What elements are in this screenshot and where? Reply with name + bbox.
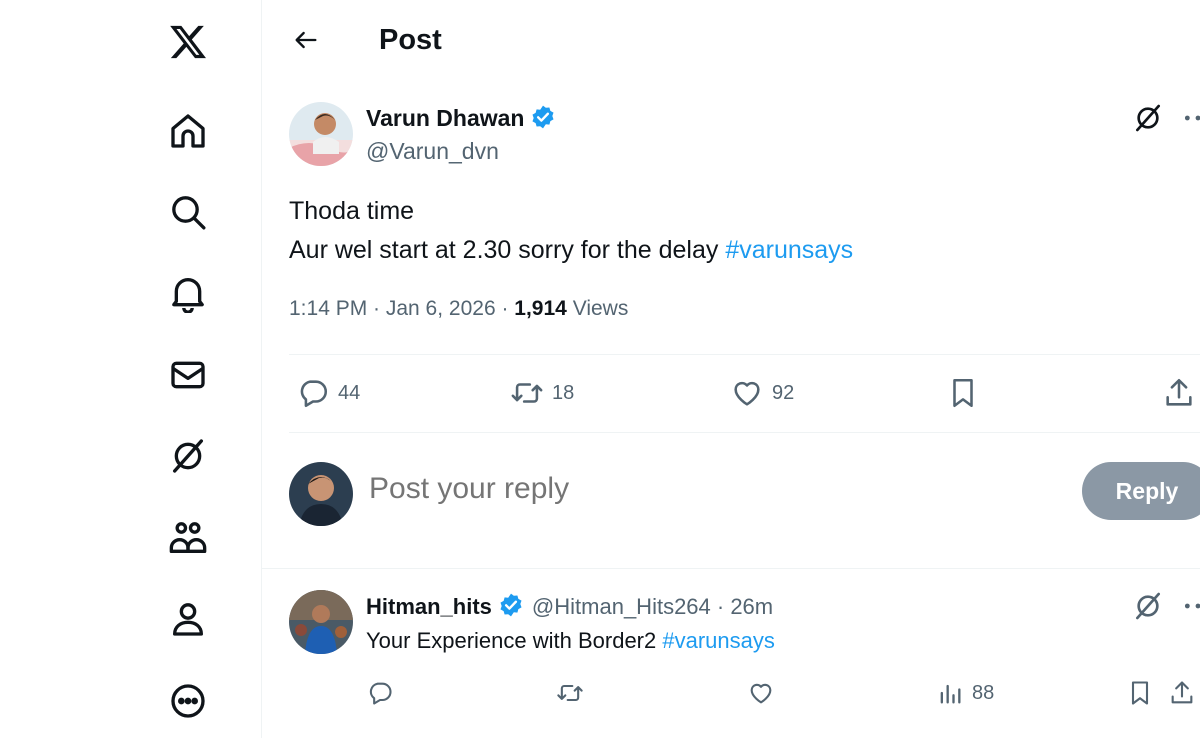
author-avatar[interactable] (289, 102, 353, 166)
reply-author-name[interactable]: Hitman_hits (366, 594, 492, 619)
like-action-button[interactable]: 92 (730, 376, 794, 410)
reply-action-button[interactable]: 44 (296, 376, 360, 410)
notifications-icon[interactable] (166, 271, 210, 315)
reply-input[interactable] (369, 472, 969, 506)
post-meta: 1:14 PM · Jan 6, 2026 · 1,914 Views (289, 297, 628, 321)
repost-count: 18 (552, 381, 575, 404)
hashtag-link[interactable]: #varunsays (662, 628, 775, 653)
reply-count: 44 (338, 381, 361, 404)
main-column: Post Varun Dhawan @Varun_dvn Thoda time (262, 0, 1200, 738)
share-icon[interactable] (1162, 376, 1196, 410)
bookmark-icon[interactable] (1126, 679, 1154, 707)
reply-views-count: 88 (972, 681, 995, 704)
post-text: Thoda time Aur wel start at 2.30 sorry f… (289, 192, 853, 270)
post-timestamp[interactable]: 1:14 PM · Jan 6, 2026 · (289, 297, 514, 320)
share-icon[interactable] (1168, 679, 1196, 707)
back-arrow-icon[interactable] (288, 22, 324, 58)
communities-icon[interactable] (166, 516, 210, 560)
grok-icon[interactable] (166, 434, 210, 478)
verified-badge-icon (498, 592, 524, 618)
messages-icon[interactable] (166, 353, 210, 397)
x-logo-icon[interactable] (166, 20, 210, 64)
author-name[interactable]: Varun Dhawan (366, 105, 524, 131)
divider (289, 432, 1200, 433)
reply-name-row: Hitman_hits @Hitman_Hits264 · 26m (366, 592, 773, 620)
divider (289, 354, 1200, 355)
hashtag-link[interactable]: #varunsays (725, 236, 853, 264)
repost-action-button[interactable]: 18 (510, 376, 574, 410)
bookmark-icon[interactable] (946, 376, 980, 410)
reply-text-body: Your Experience with Border2 (366, 628, 663, 653)
page-header: Post (262, 0, 1200, 80)
reply-text: Your Experience with Border2 #varunsays (366, 628, 775, 654)
grok-icon[interactable] (1132, 102, 1164, 134)
user-avatar[interactable] (289, 462, 353, 526)
views-action-button[interactable]: 88 (936, 679, 994, 707)
post-text-line1: Thoda time (289, 197, 415, 225)
search-icon[interactable] (166, 190, 210, 234)
more-options-icon[interactable] (1182, 102, 1200, 134)
author-name-row: Varun Dhawan (366, 104, 556, 132)
like-action-button[interactable] (747, 679, 775, 707)
divider (262, 568, 1200, 569)
verified-badge-icon (530, 104, 556, 130)
profile-icon[interactable] (166, 597, 210, 641)
more-options-icon[interactable] (1182, 590, 1200, 622)
reply-author-avatar[interactable] (289, 590, 353, 654)
views-count: 1,914 (514, 297, 567, 320)
post-text-body: Aur wel start at 2.30 sorry for the dela… (289, 236, 726, 264)
reply-action-button[interactable] (366, 679, 394, 707)
grok-icon[interactable] (1132, 590, 1164, 622)
sidebar-nav (0, 0, 262, 738)
post-text-line2: Aur wel start at 2.30 sorry for the dela… (289, 231, 853, 270)
home-icon[interactable] (166, 109, 210, 153)
like-count: 92 (772, 381, 795, 404)
repost-action-button[interactable] (556, 679, 584, 707)
author-handle[interactable]: @Varun_dvn (366, 138, 499, 165)
more-icon[interactable] (166, 679, 210, 723)
reply-author-handle[interactable]: @Hitman_Hits264 · 26m (532, 594, 773, 619)
views-label: Views (566, 297, 629, 320)
page-title: Post (379, 24, 442, 56)
reply-button[interactable]: Reply (1082, 462, 1200, 520)
